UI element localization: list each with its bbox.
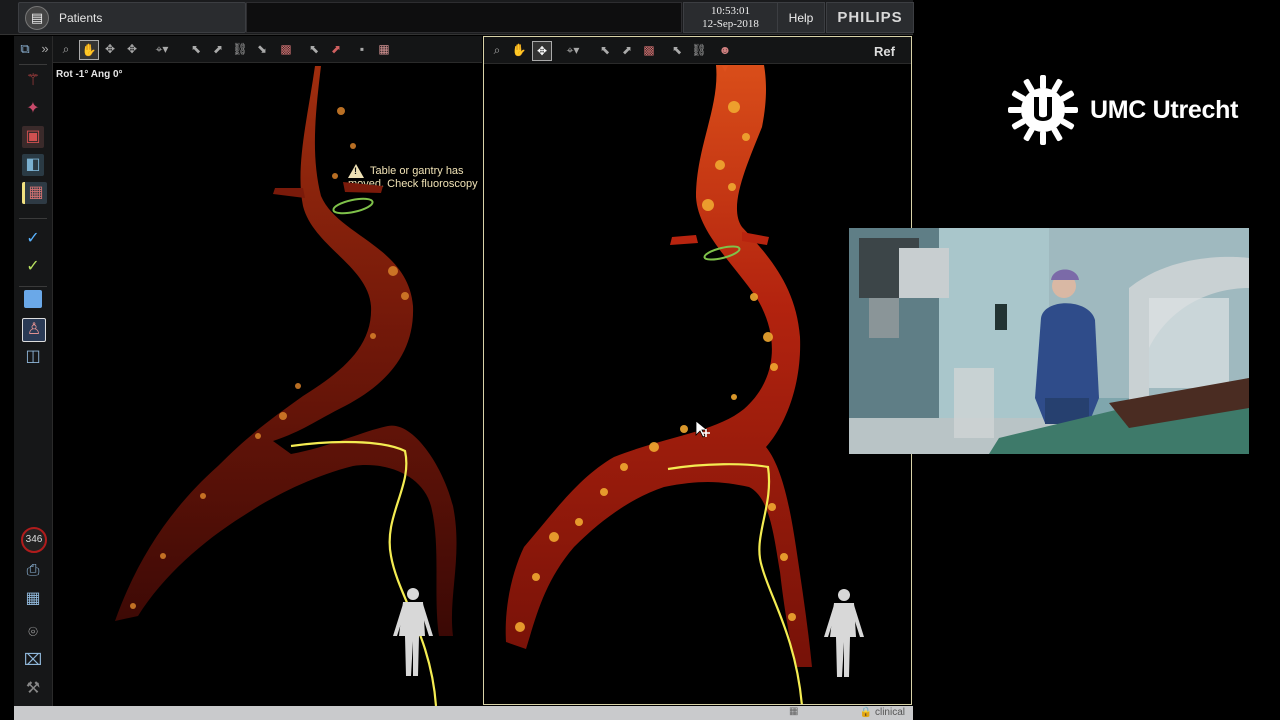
patients-label: Patients [59, 11, 103, 25]
network-icon: ▦ [789, 706, 799, 717]
umc-sun-logo-icon [1008, 75, 1078, 145]
frame-counter: 346 [21, 527, 47, 553]
ring-marker [332, 197, 374, 215]
operating-room-scene [849, 228, 1249, 454]
device-icon[interactable]: ⌧ [22, 650, 44, 672]
split-view-icon[interactable]: ◫ [22, 346, 44, 368]
help-button[interactable]: Help [777, 2, 825, 33]
clock-time: 10:53:01 [710, 5, 751, 17]
mode-label: clinical [874, 707, 905, 718]
orientation-body-icon [824, 589, 864, 677]
left-vessel-render [115, 66, 457, 706]
vessel-tree-icon[interactable]: ⚚ [22, 70, 44, 92]
help-label: Help [788, 11, 814, 25]
top-bar: ▤ Patients 10:53:01 12-Sep-2018 Help PHI… [0, 0, 914, 35]
umc-logo-text: UMC Utrecht [1090, 96, 1239, 124]
aorta [115, 66, 457, 636]
right-reference-viewport[interactable]: ⌕ ✋ ✥ ⌖▾ ⬉ ⬈ ▩ ⬉ ⛓ ☻▾ Ref [483, 36, 912, 705]
separator [19, 64, 47, 65]
volume-icon[interactable]: ◧ [22, 154, 44, 176]
patient-info-field [246, 2, 682, 33]
clock-date: 12-Sep-2018 [702, 18, 759, 30]
export-icon[interactable]: ⎙ [22, 560, 44, 582]
orientation-body-icon [393, 588, 433, 676]
confirm-path-icon[interactable]: ✓ [22, 256, 44, 278]
right-vessel-render [505, 65, 864, 704]
left-3d-viewport[interactable]: ⌕ ✋ ✥ ✥ ⌖▾ ⬉ ⬈ ⛓ ⬊ ▩ ⬉ ⬈ ▪ ▦ Rot -1° Ang… [53, 36, 482, 706]
accept-path-icon[interactable]: ✓ [22, 228, 44, 250]
camera-icon[interactable]: ⌾ [22, 622, 44, 644]
patients-button[interactable]: ▤ Patients [18, 2, 246, 33]
separator [19, 218, 47, 219]
layout-icon[interactable]: ⧉ [14, 38, 36, 60]
grid-icon[interactable]: ▦ [22, 588, 44, 610]
blank-view-icon[interactable] [24, 290, 42, 308]
overlay-icon[interactable]: ▣ [22, 126, 44, 148]
brand-logo: PHILIPS [826, 2, 914, 33]
tools-icon[interactable]: ⚒ [22, 678, 44, 700]
mode-indicator: 🔒 clinical [859, 707, 905, 718]
status-bar: ▦ 🔒 clinical [14, 706, 913, 720]
brand-text: PHILIPS [837, 9, 903, 26]
renal-branches [273, 182, 383, 198]
left-tool-sidebar: ⧉ » ⚚ ✦ ▣ ◧ ▦ ✓ ✓ ♙ ◫ 346 ⎙ ▦ ⌾ ⌧ ⚒ [14, 36, 53, 706]
patient-file-icon: ▤ [25, 6, 49, 30]
selected-view-icon[interactable]: ▦ [22, 182, 47, 204]
roadmap-icon[interactable]: ✦ [22, 98, 44, 120]
separator [19, 286, 47, 287]
clock: 10:53:01 12-Sep-2018 [683, 2, 778, 33]
body-overlay-icon[interactable]: ♙ [22, 318, 46, 342]
operating-room-video [849, 228, 1249, 454]
